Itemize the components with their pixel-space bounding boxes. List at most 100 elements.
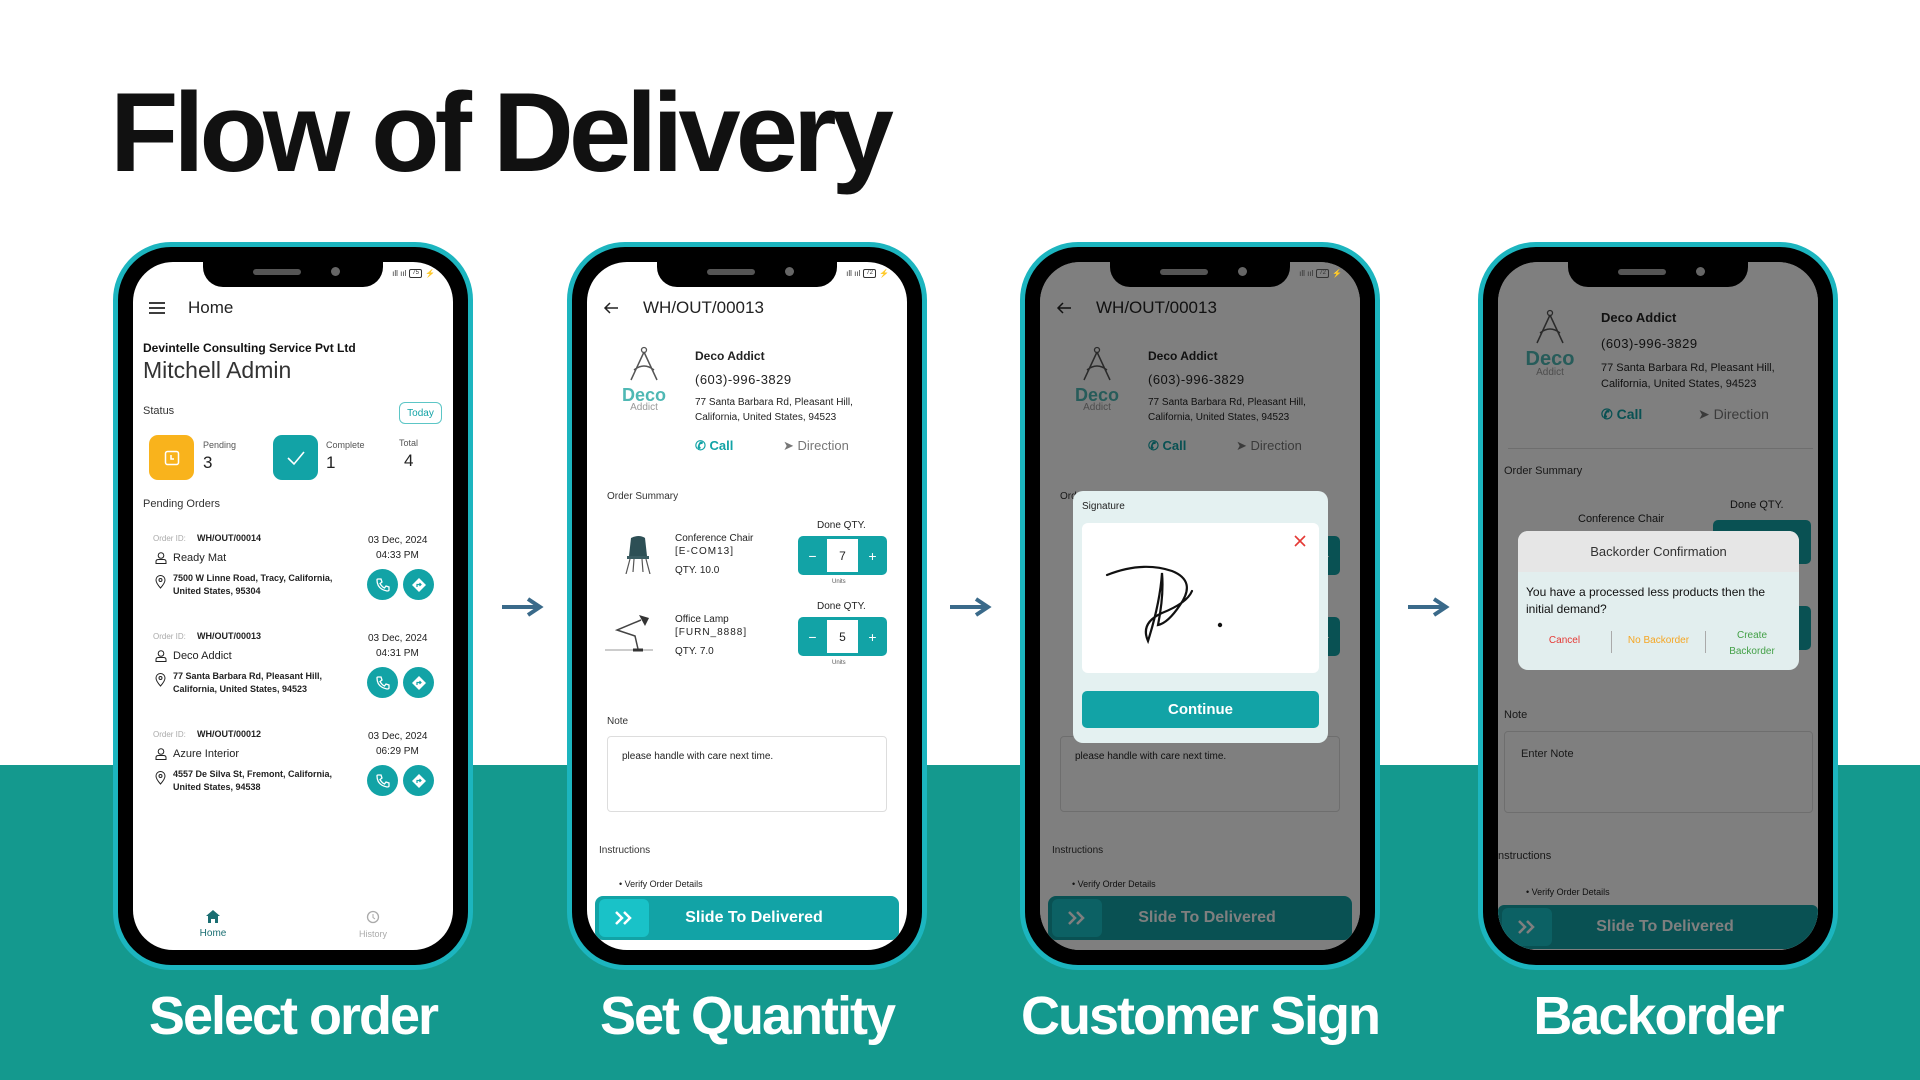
call-link[interactable]: ✆ Call [695,438,733,454]
address-line-2: United States, 95304 [173,586,261,596]
order-id: WH/OUT/00013 [197,631,262,641]
nav-home-label: Home [199,928,227,939]
order-card[interactable]: Order ID: WH/OUT/00013 Deco Addict 77 Sa… [133,630,453,710]
total-count: 4 [404,451,414,470]
note-label: Note [607,716,629,727]
signature-pad[interactable] [1082,523,1319,673]
customer-name: Deco Addict [173,650,232,662]
today-filter-button[interactable]: Today [399,402,442,424]
direction-link[interactable]: ➤ Direction [783,438,849,454]
direction-icon [411,675,426,690]
signal-icon: ıll ııl [392,269,407,278]
phone-icon [375,577,390,592]
order-date: 03 Dec, 2024 [368,731,428,742]
continue-button[interactable]: Continue [1082,691,1319,728]
navigation-arrow-icon: ➤ [783,438,794,453]
cancel-button[interactable]: Cancel [1518,635,1611,646]
order-id: WH/OUT/00014 [197,533,262,543]
status-bar: ıll ııl 72 ⚡ [846,269,889,278]
item-code: [E-COM13] [675,546,735,557]
location-pin-icon [155,673,166,687]
quantity-stepper[interactable]: −5+ [798,617,887,656]
decrement-button[interactable]: − [798,617,827,656]
chair-image [625,536,651,574]
phone-icon: ✆ [695,438,706,453]
slide-to-delivered[interactable]: Slide To Delivered [595,896,899,940]
create-backorder-button[interactable]: Create Backorder [1716,628,1788,660]
order-id-label: Order ID: [153,534,186,543]
units-label: Units [832,579,846,585]
notch [1110,262,1290,287]
arrow-right-icon [1408,597,1450,617]
status-bar: ıll ııl 75 ⚡ [392,269,435,278]
nav-home[interactable]: Home [183,910,243,939]
increment-button[interactable]: + [858,617,887,656]
order-summary-label: Order Summary [607,491,679,502]
item-name: Conference Chair [675,533,754,544]
lamp-image [605,615,653,652]
notch [657,262,837,287]
customer-name: Deco Addict [695,349,765,363]
done-qty-label: Done QTY. [817,601,866,612]
complete-label: Complete [326,440,365,450]
quantity-stepper[interactable]: −7+ [798,536,887,575]
arrow-right-icon [502,597,544,617]
phone-backorder: Deco Addict Deco Addict (603)-996-3829 7… [1478,242,1838,970]
backorder-dialog: Backorder Confirmation You have a proces… [1518,531,1799,670]
direction-button[interactable] [403,667,434,698]
call-button[interactable] [367,765,398,796]
battery-icon: 72 [1316,269,1330,278]
user-name: Mitchell Admin [143,357,292,383]
backorder-screen: Deco Addict Deco Addict (603)-996-3829 7… [1498,262,1818,950]
order-card[interactable]: Order ID: WH/OUT/00014 Ready Mat 7500 W … [133,532,453,612]
phone-icon [375,675,390,690]
direction-button[interactable] [403,569,434,600]
address-line-2: California, United States, 94523 [173,684,308,694]
quantity-value[interactable]: 5 [827,620,858,653]
call-button[interactable] [367,667,398,698]
customer-phone: (603)-996-3829 [695,372,792,387]
item-qty: QTY. 7.0 [675,646,714,657]
customer-name: Azure Interior [173,748,240,760]
nav-history-label: History [358,929,387,939]
direction-button[interactable] [403,765,434,796]
double-chevron-icon[interactable] [599,899,649,937]
instructions-label: Instructions [599,845,651,856]
hamburger-menu-icon[interactable] [149,302,165,314]
header-title: Home [188,298,234,317]
decrement-button[interactable]: − [798,536,827,575]
item-qty: QTY. 10.0 [675,565,720,576]
complete-count: 1 [326,453,336,472]
order-card[interactable]: Order ID: WH/OUT/00012 Azure Interior 45… [133,728,453,808]
signature-screen: ıll ııl72⚡ WH/OUT/00013 Deco Addict Deco… [1040,262,1360,950]
battery-icon: 75 [409,269,423,278]
nav-history[interactable]: History [343,910,403,939]
close-icon[interactable] [1294,535,1306,547]
quantity-value[interactable]: 7 [827,539,858,572]
back-arrow-icon[interactable] [603,302,619,314]
battery-icon: 72 [863,269,877,278]
person-icon [155,748,167,760]
signal-icon: ıll ııl [846,269,861,278]
order-time: 06:29 PM [376,746,419,757]
address-line-1: 77 Santa Barbara Rd, Pleasant Hill, [695,397,853,408]
order-time: 04:33 PM [376,550,419,561]
pending-label: Pending [203,440,237,450]
phone-home: ıll ııl 75 ⚡ Home Devintelle Consulting Se… [113,242,473,970]
units-label: Units [832,660,846,666]
order-title: WH/OUT/00013 [643,298,764,317]
address-line-1: 77 Santa Barbara Rd, Pleasant Hill, [173,671,323,681]
complete-check-icon [273,435,318,480]
compass-logo-icon [630,346,658,381]
instruction-item: • Verify Order Details [619,879,703,889]
increment-button[interactable]: + [858,536,887,575]
order-detail-screen: ıll ııl 72 ⚡ WH/OUT/00013 Deco Addict Deco… [587,262,907,950]
call-button[interactable] [367,569,398,600]
total-label: Total [399,438,419,448]
order-date: 03 Dec, 2024 [368,633,428,644]
signature-dialog: Signature Continue [1073,491,1328,743]
signal-icon: ıll ııl [1299,269,1314,278]
note-textarea[interactable]: please handle with care next time. [607,736,887,812]
no-backorder-button[interactable]: No Backorder [1612,635,1705,646]
customer-name: Ready Mat [173,552,227,564]
